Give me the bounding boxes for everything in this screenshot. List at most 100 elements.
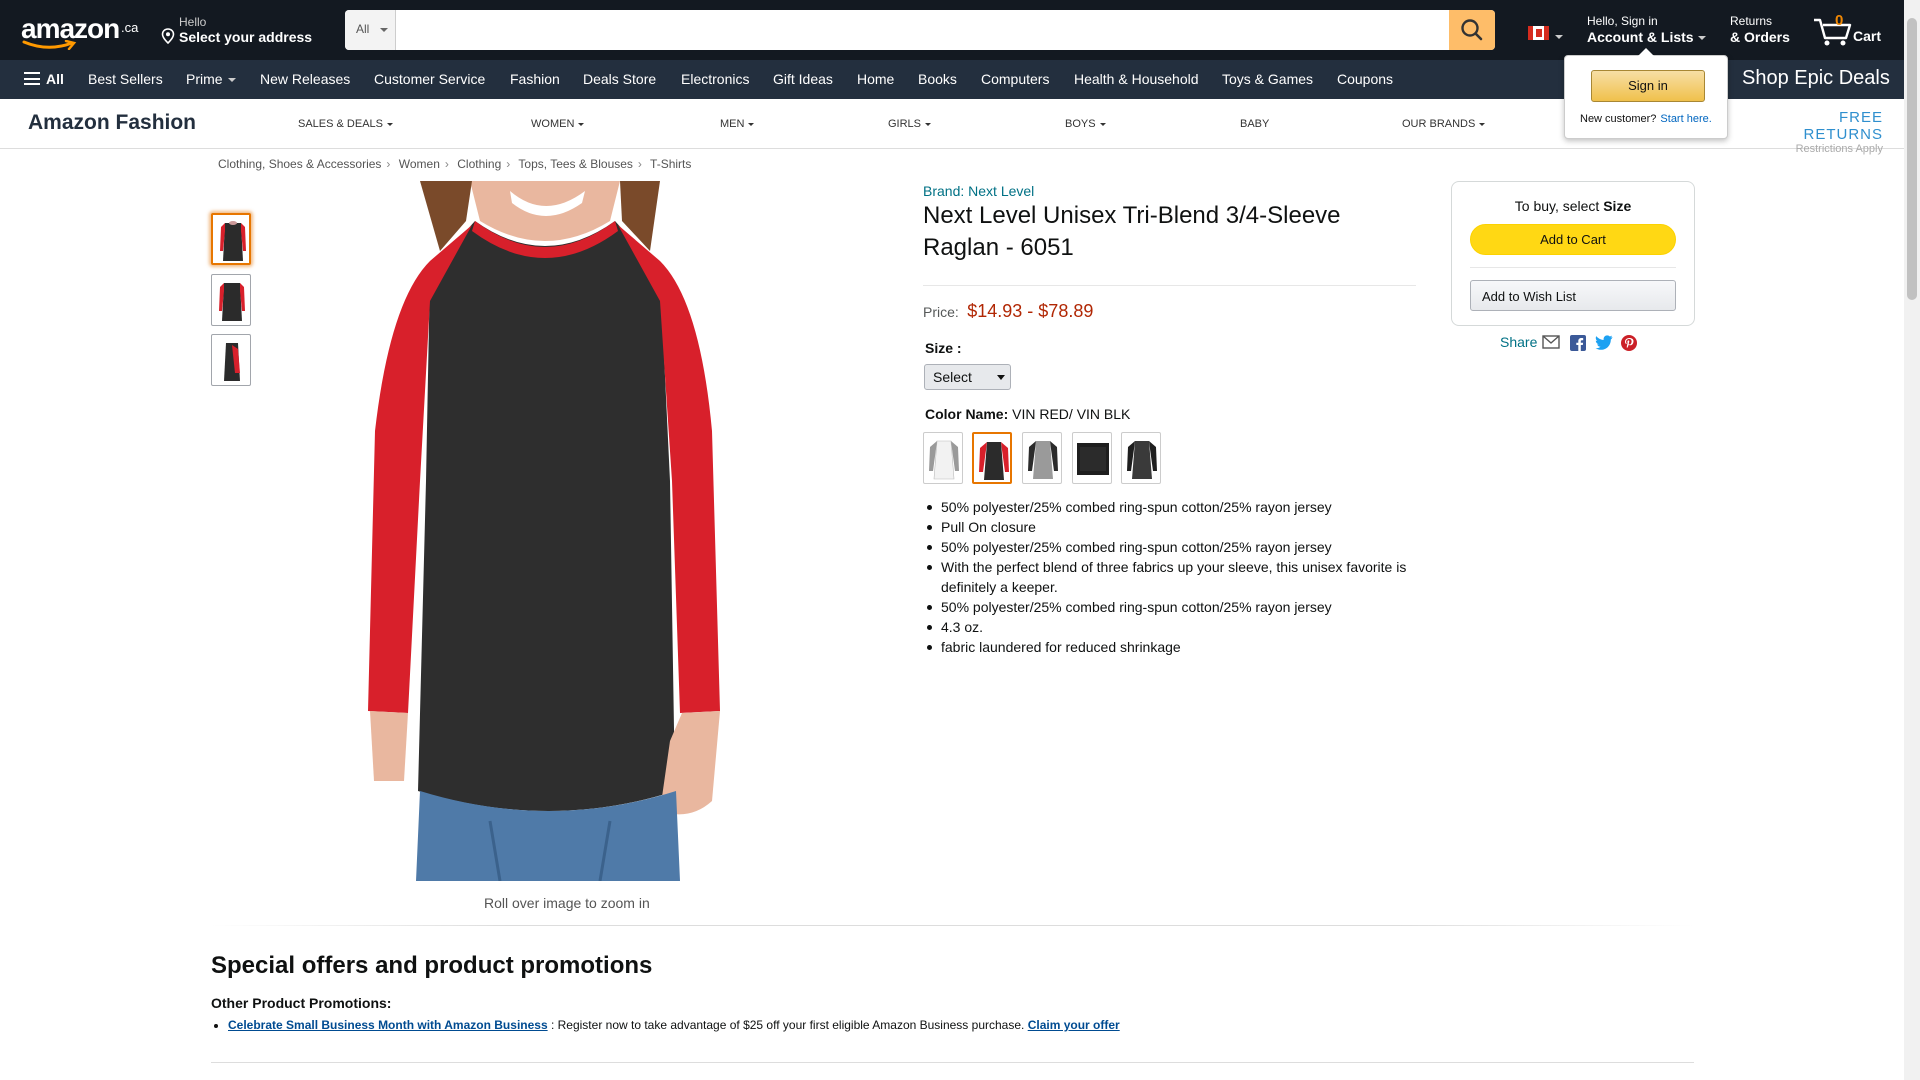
nav-item-prime[interactable]: Prime	[186, 71, 236, 87]
red-black-raglan-swatch-image	[979, 442, 1009, 480]
size-select[interactable]: Select	[924, 364, 1011, 390]
chevron-right-icon: ›	[506, 157, 511, 171]
chevron-down-icon	[997, 375, 1005, 380]
feature-bullet: 50% polyester/25% combed ring-spun cotto…	[925, 597, 1425, 617]
amazon-logo[interactable]: amazon .ca	[18, 10, 138, 50]
promotion-text: : Register now to take advantage of $25 …	[547, 1018, 1028, 1032]
feature-bullets: 50% polyester/25% combed ring-spun cotto…	[925, 497, 1425, 657]
breadcrumb-item[interactable]: Women	[399, 157, 440, 171]
section-divider	[211, 1062, 1694, 1063]
color-name-row: Color Name: VIN RED/ VIN BLK	[925, 406, 1130, 422]
subnav-men[interactable]: MEN	[720, 118, 755, 130]
cart-icon	[1814, 18, 1852, 46]
color-swatch[interactable]	[1022, 432, 1062, 484]
cart-button[interactable]: 0 Cart	[1812, 10, 1892, 50]
search-category-dropdown[interactable]: All	[345, 10, 396, 50]
free-returns-label: FREE RETURNS	[1803, 109, 1883, 143]
share-row: Share	[1500, 334, 1637, 351]
share-label[interactable]: Share	[1500, 334, 1537, 350]
signin-button[interactable]: Sign in	[1591, 70, 1705, 102]
nav-item-health-household[interactable]: Health & Household	[1074, 71, 1199, 87]
breadcrumb-item[interactable]: Tops, Tees & Blouses	[518, 157, 633, 171]
language-flag-selector[interactable]	[1528, 26, 1564, 42]
pinterest-icon[interactable]	[1621, 335, 1637, 351]
start-here-link[interactable]: Start here.	[1660, 113, 1711, 125]
free-returns-banner[interactable]: FREE RETURNS Restrictions Apply	[1771, 109, 1883, 155]
subnav-girls[interactable]: GIRLS	[888, 118, 932, 130]
new-customer-text: New customer? Start here.	[1580, 113, 1712, 125]
nav-item-fashion[interactable]: Fashion	[510, 71, 560, 87]
add-to-cart-button[interactable]: Add to Cart	[1470, 224, 1676, 255]
nav-item-toys-games[interactable]: Toys & Games	[1222, 71, 1313, 87]
nav-item-new-releases[interactable]: New Releases	[260, 71, 350, 87]
feature-bullet: 50% polyester/25% combed ring-spun cotto…	[925, 537, 1425, 557]
shirt-front-thumbnail-image	[220, 221, 246, 261]
email-icon[interactable]	[1542, 335, 1560, 349]
twitter-icon[interactable]	[1595, 335, 1613, 350]
nav-item-best-sellers[interactable]: Best Sellers	[88, 71, 163, 87]
nav-item-electronics[interactable]: Electronics	[681, 71, 749, 87]
promotion-link[interactable]: Celebrate Small Business Month with Amaz…	[228, 1018, 548, 1032]
search-input[interactable]	[396, 10, 1446, 50]
subnav-label: OUR BRANDS	[1402, 118, 1476, 130]
feature-bullet: 50% polyester/25% combed ring-spun cotto…	[925, 497, 1425, 517]
product-main-image[interactable]	[360, 181, 780, 881]
nav-item-books[interactable]: Books	[918, 71, 957, 87]
breadcrumb-item[interactable]: T-Shirts	[650, 157, 691, 171]
new-customer-label: New customer?	[1580, 113, 1657, 125]
subnav-baby[interactable]: BABY	[1240, 118, 1269, 130]
search-button[interactable]	[1449, 10, 1495, 50]
color-swatch[interactable]	[1072, 432, 1112, 484]
color-swatch[interactable]	[923, 432, 963, 484]
product-thumbnail[interactable]	[211, 213, 251, 265]
account-label: Account & Lists	[1587, 29, 1694, 45]
nav-item-home[interactable]: Home	[857, 71, 894, 87]
nav-item-customer-service[interactable]: Customer Service	[374, 71, 485, 87]
facebook-icon[interactable]	[1570, 335, 1586, 351]
shirt-side-thumbnail-image	[224, 343, 240, 381]
subnav-boys[interactable]: BOYS	[1065, 118, 1106, 130]
amazon-fashion-logo[interactable]: Amazon Fashion	[28, 111, 196, 135]
search-bar: All	[345, 10, 1495, 50]
subnav-women[interactable]: WOMEN	[531, 118, 585, 130]
subnav-our-brands[interactable]: OUR BRANDS	[1402, 118, 1486, 130]
price-row: Price: $14.93 - $78.89	[923, 301, 1093, 322]
address-prompt: Select your address	[179, 29, 313, 45]
product-thumbnail[interactable]	[211, 334, 251, 386]
orders-label: & Orders	[1730, 29, 1790, 45]
product-title: Next Level Unisex Tri-Blend 3/4-Sleeve R…	[923, 202, 1341, 261]
breadcrumb-item[interactable]: Clothing, Shoes & Accessories	[218, 157, 381, 171]
color-swatch[interactable]	[1121, 432, 1161, 484]
shop-epic-deals-promo[interactable]: Shop Epic Deals	[1742, 67, 1890, 90]
account-lists-menu[interactable]: Hello, Sign in Account & Lists	[1587, 14, 1706, 45]
breadcrumb-item[interactable]: Clothing	[457, 157, 501, 171]
nav-item-computers[interactable]: Computers	[981, 71, 1049, 87]
vertical-scrollbar[interactable]	[1904, 0, 1920, 1080]
subnav-label: WOMEN	[531, 118, 575, 130]
promotions-subheading: Other Product Promotions:	[211, 995, 392, 1011]
size-select-value: Select	[933, 369, 972, 385]
nav-item-deals-store[interactable]: Deals Store	[583, 71, 656, 87]
subnav-label: MEN	[720, 118, 745, 130]
promotion-item: Celebrate Small Business Month with Amaz…	[214, 1018, 1120, 1032]
canada-flag-icon	[1528, 26, 1549, 40]
add-to-wishlist-button[interactable]: Add to Wish List	[1470, 280, 1676, 311]
nav-item-gift-ideas[interactable]: Gift Ideas	[773, 71, 833, 87]
color-swatch[interactable]	[972, 432, 1012, 484]
returns-orders-link[interactable]: Returns & Orders	[1730, 14, 1790, 45]
product-thumbnail[interactable]	[211, 274, 251, 326]
subnav-sales-deals[interactable]: SALES & DEALS	[298, 118, 393, 130]
all-label: All	[46, 71, 64, 87]
black-raglan-swatch-image	[1077, 443, 1109, 475]
claim-offer-link[interactable]: Claim your offer	[1028, 1018, 1120, 1032]
all-menu-button[interactable]: All	[24, 71, 64, 87]
section-divider	[211, 925, 1694, 926]
logo-suffix: .ca	[121, 20, 139, 35]
scrollbar-thumb[interactable]	[1907, 18, 1917, 300]
subnav-label: GIRLS	[888, 118, 922, 130]
chevron-down-icon	[227, 78, 236, 83]
returns-label: Returns	[1730, 14, 1773, 28]
brand-link[interactable]: Brand: Next Level	[923, 183, 1034, 199]
price-label: Price:	[923, 304, 959, 320]
nav-item-coupons[interactable]: Coupons	[1337, 71, 1393, 87]
